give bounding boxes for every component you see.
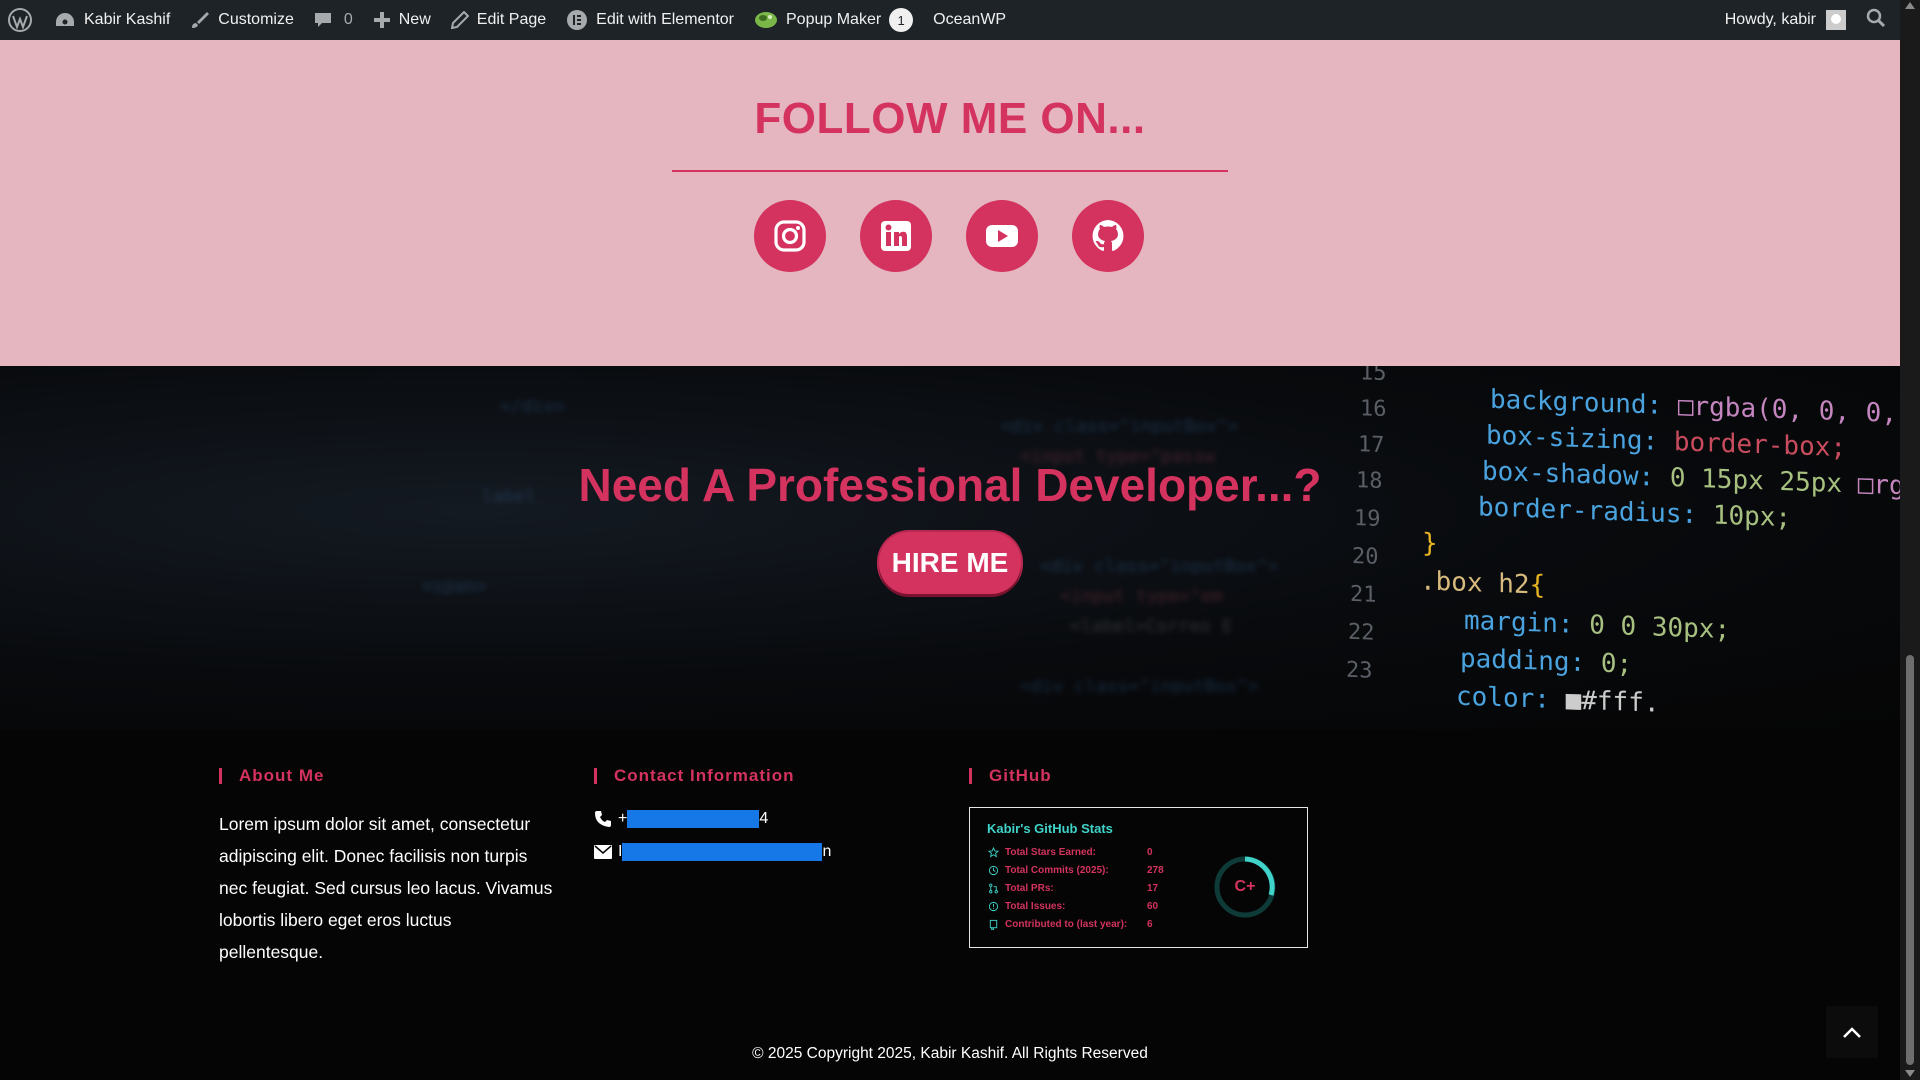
- instagram-icon: [774, 220, 806, 252]
- phone-suffix: 4: [759, 810, 769, 827]
- admin-search-button[interactable]: [1856, 0, 1896, 40]
- stat-value: 6: [1147, 919, 1153, 930]
- contact-phone[interactable]: + 4: [594, 810, 768, 828]
- scroll-up-arrow-icon[interactable]: [1905, 2, 1915, 9]
- stat-label: Contributed to (last year):: [1005, 919, 1128, 930]
- stat-label: Total PRs:: [1005, 883, 1054, 894]
- new-content-menu[interactable]: New: [363, 0, 441, 40]
- envelope-icon: [594, 845, 612, 859]
- stat-row-prs: Total PRs: 17: [988, 883, 1158, 894]
- follow-section: FOLLOW ME ON...: [0, 40, 1900, 366]
- email-suffix: n: [822, 843, 832, 860]
- pencil-icon: [450, 11, 469, 29]
- site-name-label: Kabir Kashif: [84, 11, 171, 28]
- contact-email[interactable]: I n: [594, 843, 831, 861]
- github-stats-card[interactable]: Kabir's GitHub Stats Total Stars Earned:…: [969, 807, 1308, 948]
- dashboard-icon: [54, 11, 76, 29]
- page-scrollbar[interactable]: [1900, 0, 1920, 1080]
- pull-request-icon: [989, 883, 998, 894]
- star-icon: [988, 847, 999, 858]
- github-card-title: Kabir's GitHub Stats: [987, 821, 1113, 836]
- admin-bar-right: Howdy, kabir: [1715, 0, 1896, 40]
- wp-admin-bar: Kabir Kashif Customize 0 New Edit Page E…: [0, 0, 1900, 40]
- about-text: Lorem ipsum dolor sit amet, consectetur …: [219, 814, 553, 962]
- rank-grade: C+: [1234, 878, 1256, 895]
- howdy-label: Howdy, kabir: [1724, 11, 1816, 28]
- stat-value: 17: [1147, 883, 1159, 894]
- customize-label: Customize: [218, 11, 294, 28]
- stat-row-contributed: Contributed to (last year): 6: [988, 919, 1153, 930]
- github-icon: [1092, 220, 1124, 251]
- scrollbar-thumb[interactable]: [1906, 655, 1914, 1065]
- my-account-menu[interactable]: Howdy, kabir: [1715, 0, 1856, 40]
- linkedin-button[interactable]: [860, 200, 932, 272]
- chevron-up-icon: [1843, 1027, 1861, 1038]
- linkedin-icon: [881, 221, 911, 251]
- customize-link[interactable]: Customize: [180, 0, 304, 40]
- hire-me-button[interactable]: HIRE ME: [879, 532, 1021, 594]
- edit-elementor-label: Edit with Elementor: [596, 11, 734, 28]
- stat-row-issues: Total Issues: 60: [988, 901, 1158, 912]
- contact-title: Contact Information: [594, 766, 795, 786]
- follow-divider: [672, 170, 1228, 172]
- edit-page-label: Edit Page: [476, 11, 547, 28]
- scroll-down-arrow-icon[interactable]: [1905, 1070, 1915, 1077]
- comment-icon: [314, 11, 332, 29]
- site-name-menu[interactable]: Kabir Kashif: [44, 0, 180, 40]
- phone-icon: [595, 811, 611, 827]
- elementor-icon: [566, 9, 588, 31]
- about-title: About Me: [219, 766, 324, 786]
- stat-label: Total Issues:: [1005, 901, 1066, 912]
- popup-maker-badge: 1: [889, 8, 914, 32]
- search-icon: [1866, 8, 1886, 33]
- phone-prefix: +: [618, 810, 628, 827]
- popup-maker-icon: [754, 10, 778, 30]
- clock-icon: [988, 865, 999, 876]
- background-code: 15 background: □rgba(0, 0, 0, 16 box-siz…: [1346, 366, 1900, 719]
- oceanwp-label: OceanWP: [933, 11, 1007, 28]
- new-label: New: [398, 11, 431, 28]
- follow-title: FOLLOW ME ON...: [754, 94, 1146, 143]
- oceanwp-menu[interactable]: OceanWP: [923, 0, 1016, 40]
- edit-page-link[interactable]: Edit Page: [441, 0, 556, 40]
- phone-redaction: [627, 810, 760, 828]
- social-links: [754, 200, 1144, 272]
- site-footer: About Me Lorem ipsum dolor sit amet, con…: [0, 730, 1900, 1080]
- wordpress-logo-icon[interactable]: [0, 0, 44, 40]
- plus-icon: [373, 11, 391, 29]
- comments-count: 0: [343, 11, 353, 28]
- stat-row-commits: Total Commits (2025): 278: [988, 865, 1164, 876]
- github-title: GitHub: [969, 766, 1052, 786]
- issue-icon: [988, 901, 999, 912]
- stat-label: Total Commits (2025):: [1005, 865, 1109, 876]
- copyright-text: © 2025 Copyright 2025, Kabir Kashif. All…: [752, 1045, 1148, 1062]
- comments-link[interactable]: 0: [304, 0, 363, 40]
- youtube-icon: [986, 225, 1018, 247]
- popup-maker-menu[interactable]: Popup Maker 1: [744, 0, 923, 40]
- hire-heading: Need A Professional Developer...?: [578, 459, 1322, 511]
- background-code-blur: </div> <div class="inputBox"> <input typ…: [400, 396, 1279, 697]
- stat-value: 60: [1147, 901, 1159, 912]
- youtube-button[interactable]: [966, 200, 1038, 272]
- edit-elementor-link[interactable]: Edit with Elementor: [556, 0, 744, 40]
- email-redaction: [622, 843, 823, 861]
- stat-value: 278: [1147, 865, 1164, 876]
- stat-value: 0: [1147, 847, 1153, 858]
- popup-maker-label: Popup Maker: [786, 11, 882, 28]
- avatar: [1826, 10, 1846, 30]
- github-button[interactable]: [1072, 200, 1144, 272]
- repo-icon: [989, 919, 998, 930]
- instagram-button[interactable]: [754, 200, 826, 272]
- stat-row-stars: Total Stars Earned: 0: [988, 847, 1153, 858]
- brush-icon: [190, 10, 210, 30]
- hire-section: </div> <div class="inputBox"> <input typ…: [0, 366, 1900, 730]
- stat-label: Total Stars Earned:: [1005, 847, 1096, 858]
